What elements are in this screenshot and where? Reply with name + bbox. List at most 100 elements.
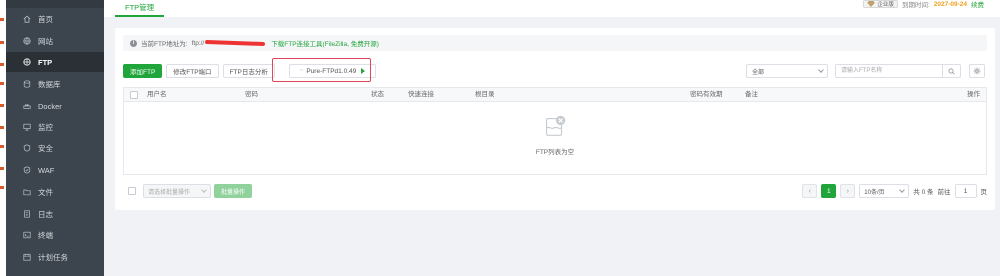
ftp-search-box [835,64,961,78]
loading-icon: ~ [299,68,304,74]
sidebar-item-label: 计划任务 [38,252,68,262]
sidebar-item-cron[interactable]: 计划任务 [6,247,104,267]
top-header: FTP管理 企业版 到期时间: 2027-09-24 续费 [104,0,1000,17]
tab-ftp-management[interactable]: FTP管理 [115,0,165,17]
col-status: 状态 [371,91,384,98]
sidebar-item-security[interactable]: 安全 [6,138,104,158]
page-suffix: 页 [980,189,988,196]
sidebar-item-database[interactable]: 数据库 [6,74,104,94]
sidebar-item-terminal[interactable]: 终端 [6,225,104,245]
prev-page-button[interactable]: ‹ [802,184,818,198]
pagination: ‹ 1 › 10条/页 共 0 条 前往 页 [802,184,987,198]
sidebar-item-monitor[interactable]: 监控 [6,117,104,137]
log-analysis-button[interactable]: FTP日志分析 [222,64,275,78]
goto-page-input[interactable] [954,184,977,198]
col-actions: 操作 [967,91,980,98]
empty-state: FTP列表为空 [124,112,986,156]
home-icon [22,15,31,24]
renew-link[interactable]: 续费 [971,0,984,9]
sidebar-item-home[interactable]: 首页 [6,9,104,29]
ftp-panel: i 当前FTP地址为: ftp:// 下载FTP连接工具(FileZilla, … [115,28,995,210]
page-size-value: 10条/页 [864,189,885,196]
chevron-down-icon [201,187,207,193]
sidebar-item-label: 监控 [38,122,53,132]
footer-select-checkbox[interactable] [128,187,136,195]
empty-list-icon [546,115,566,136]
col-username: 用户名 [147,91,167,98]
ftp-table: 用户名 密码 状态 快速连接 根目录 密码有效期 备注 操作 FTP列表为空 [123,87,987,175]
ftp-search-input[interactable] [836,65,942,77]
batch-action-button[interactable]: 批量操作 [214,184,253,198]
empty-state-text: FTP列表为空 [535,149,575,156]
sidebar-item-label: 终端 [38,230,53,240]
sidebar-item-label: 数据库 [38,79,61,89]
ftp-address-value: ftp:// [191,39,205,47]
total-count: 共 0 条 [913,189,934,196]
expire-label: 到期时间: [901,2,930,9]
shield-icon [22,144,31,153]
ftp-address-notice: i 当前FTP地址为: ftp:// 下载FTP连接工具(FileZilla, … [123,35,987,51]
search-icon [948,68,955,75]
calendar-icon [22,253,31,262]
table-footer: 请选择批量操作 批量操作 ‹ 1 › 10条/页 共 0 条 前往 页 [123,184,987,198]
license-info: 企业版 到期时间: 2027-09-24 续费 [863,0,984,9]
enterprise-badge-label: 企业版 [877,2,894,8]
sidebar-item-label: FTP [38,57,53,67]
sidebar-item-docker[interactable]: Docker [6,96,104,116]
log-icon [22,210,31,219]
sidebar-item-label: Docker [38,101,62,111]
col-password-expiry: 密码有效期 [690,91,723,98]
change-port-button[interactable]: 修改FTP端口 [166,64,219,78]
sidebar: 首页 网站 FTP 数据库 Docker 监控 安全 WAF 文件 日志 终端 [0,0,104,276]
monitor-icon [22,123,31,132]
sidebar-item-label: 网站 [38,36,53,46]
chevron-down-icon [899,187,906,193]
globe-icon [22,37,31,46]
status-filter-select[interactable]: 全部 [746,64,828,78]
col-remark: 备注 [745,91,758,98]
enterprise-badge: 企业版 [863,0,898,8]
gear-icon [973,67,981,75]
batch-action-select[interactable]: 请选择批量操作 [143,184,211,198]
waf-icon [22,166,31,175]
expire-date: 2027-09-24 [933,0,967,8]
info-icon: i [130,39,137,47]
sidebar-item-files[interactable]: 文件 [6,182,104,202]
chevron-down-icon [818,67,824,73]
column-settings-button[interactable] [969,64,985,78]
sidebar-item-waf[interactable]: WAF [6,160,104,180]
toolbar: 添加FTP 修改FTP端口 FTP日志分析 ~ Pure-FTPd1.0.49 [123,64,377,78]
terminal-icon [22,231,31,240]
ftp-icon [22,58,31,67]
sidebar-item-logs[interactable]: 日志 [6,204,104,224]
play-icon [361,68,366,74]
page-number-current[interactable]: 1 [821,184,837,198]
sidebar-item-ftp[interactable]: FTP [6,52,104,72]
gem-icon [867,1,876,7]
table-header: 用户名 密码 状态 快速连接 根目录 密码有效期 备注 操作 [124,88,986,102]
ftp-address-label: 当前FTP地址为: [141,41,188,48]
search-button[interactable] [942,65,960,77]
database-icon [22,80,31,89]
sidebar-item-label: 首页 [38,14,53,24]
docker-icon [22,102,31,111]
redaction-mark [205,39,266,47]
select-all-checkbox[interactable] [130,91,138,99]
batch-action-placeholder: 请选择批量操作 [148,189,191,196]
sidebar-item-label: 安全 [38,143,53,153]
download-client-link[interactable]: 下载FTP连接工具(FileZilla, 免费开源) [271,38,379,48]
col-quick-connect: 快速连接 [408,91,434,98]
page-size-select[interactable]: 10条/页 [859,184,910,198]
goto-label: 前往 [937,189,951,196]
sidebar-item-label: 文件 [38,187,53,197]
folder-icon [22,188,31,197]
status-filter-value: 全部 [752,69,765,76]
filter-wrap: 全部 [746,64,828,78]
sidebar-item-label: 日志 [38,209,53,219]
service-status-button[interactable]: ~ Pure-FTPd1.0.49 [288,64,377,78]
next-page-button[interactable]: › [840,184,856,198]
col-root-dir: 根目录 [475,91,495,98]
sidebar-item-website[interactable]: 网站 [6,31,104,51]
add-ftp-button[interactable]: 添加FTP [123,64,163,78]
col-password: 密码 [245,91,258,98]
